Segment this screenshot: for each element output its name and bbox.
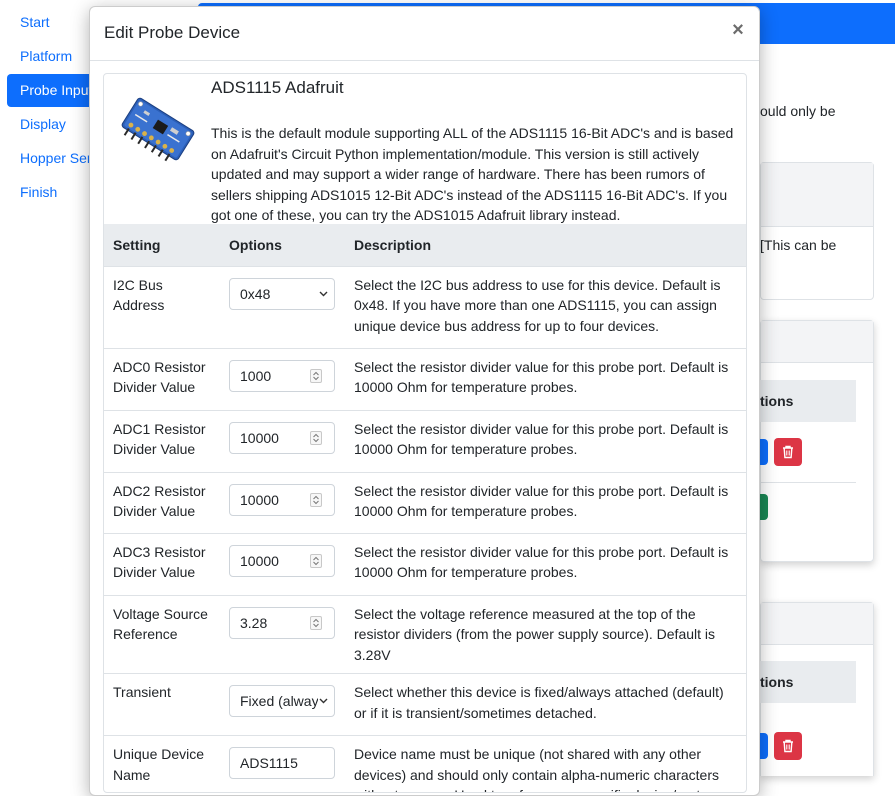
background-divider [760,482,856,483]
module-name: ADS1115 Adafruit [211,78,344,97]
adc-board-image [121,97,195,162]
background-table-header: tions [760,380,856,422]
spinner-arrows-icon [313,433,319,442]
spinner-arrows-icon [313,495,319,504]
trash-icon [783,445,793,459]
number-spinner[interactable] [310,368,322,383]
setting-label: Voltage Source Reference [113,605,208,643]
background-edit-button[interactable] [760,733,768,759]
module-card: ADS1115 Adafruit This is the default mod… [103,73,747,793]
setting-description: Select the I2C bus address to use for th… [344,266,746,349]
sidebar-item-finish[interactable]: Finish [7,176,99,209]
background-delete-button[interactable] [774,438,802,466]
background-card [760,162,874,300]
setting-label: ADC0 Resistor Divider Value [113,358,206,396]
column-header-description: Description [344,224,746,267]
setting-description: Device name must be unique (not shared w… [344,735,746,792]
background-delete-button[interactable] [774,732,802,760]
input-value: 3.28 [240,614,268,631]
sidebar-item-probe-input[interactable]: Probe Input [7,74,99,107]
table-row: Transient Fixed (always attached) Select… [104,673,746,736]
setting-description: Select the resistor divider value for th… [344,472,746,534]
column-header-options: Options [219,224,344,267]
background-table-header: tions [760,661,856,703]
module-info: ADS1115 Adafruit This is the default mod… [104,74,746,224]
sidebar-item-hopper-sensor[interactable]: Hopper Sensor [7,142,99,175]
table-row: ADC1 Resistor Divider Value 10000 Select… [104,410,746,473]
number-spinner[interactable] [310,430,322,445]
number-spinner[interactable] [310,553,322,568]
select-value: Fixed (always attached) [240,693,320,709]
background-add-button[interactable] [760,494,768,520]
chevron-down-icon [319,291,328,296]
settings-table-header-row: Setting Options Description [104,224,746,267]
trash-icon [783,739,793,753]
spinner-arrows-icon [313,371,319,380]
voltage-reference-input[interactable]: 3.28 [229,606,335,639]
modal-title: Edit Probe Device [104,23,241,42]
transient-select[interactable]: Fixed (always attached) [229,685,335,717]
input-value: 10000 [240,491,279,508]
adc3-resistor-input[interactable]: 10000 [229,544,335,577]
setting-label: I2C Bus Address [113,276,165,314]
adc2-resistor-input[interactable]: 10000 [229,483,335,516]
sidebar-item-platform[interactable]: Platform [7,40,99,73]
setting-label: Unique Device Name [113,746,205,783]
table-row: ADC0 Resistor Divider Value 1000 Select … [104,348,746,411]
settings-table: Setting Options Description I2C Bus Addr… [104,224,746,792]
table-row: Voltage Source Reference 3.28 Select the… [104,595,746,674]
number-spinner[interactable] [310,492,322,507]
modal-header: Edit Probe Device × [90,7,759,61]
spinner-arrows-icon [313,556,319,565]
setting-description: Select whether this device is fixed/alwa… [344,673,746,736]
setting-description: Select the resistor divider value for th… [344,533,746,596]
spinner-arrows-icon [313,618,319,627]
device-name-input[interactable]: ADS1115 [229,747,335,779]
select-value: 0x48 [240,285,271,302]
background-th-label: tions [760,393,794,409]
edit-probe-device-modal: Edit Probe Device × ADS1115 Adafruit Thi… [89,6,760,796]
input-value: 1000 [240,367,272,384]
table-row: ADC2 Resistor Divider Value 10000 Select… [104,472,746,534]
setting-description: Select the resistor divider value for th… [344,348,746,411]
background-edit-button[interactable] [760,439,768,465]
table-row: Unique Device Name ADS1115 Device name m… [104,735,746,792]
input-value: ADS1115 [240,755,298,771]
adc0-resistor-input[interactable]: 1000 [229,359,335,392]
background-text-partial: ould only be [760,103,836,119]
sidebar-item-display[interactable]: Display [7,108,99,141]
i2c-address-select[interactable]: 0x48 [229,277,335,310]
setting-description: Select the voltage reference measured at… [344,595,746,674]
chevron-down-icon [319,698,328,704]
setting-label: ADC3 Resistor Divider Value [113,543,206,581]
background-th-label: tions [760,674,794,690]
setting-description: Select the resistor divider value for th… [344,410,746,473]
table-row: I2C Bus Address 0x48 Select the I2C bus … [104,266,746,349]
close-button[interactable]: × [729,19,747,41]
setting-label: Transient [113,684,171,700]
sidebar-nav: Start Platform Probe Input Display Hoppe… [7,6,99,210]
input-value: 10000 [240,552,279,569]
number-spinner[interactable] [310,615,322,630]
adc1-resistor-input[interactable]: 10000 [229,421,335,454]
column-header-setting: Setting [104,224,219,267]
table-row: ADC3 Resistor Divider Value 10000 Select… [104,533,746,596]
setting-label: ADC1 Resistor Divider Value [113,420,206,458]
sidebar-item-start[interactable]: Start [7,6,99,39]
background-text-partial: [This can be [760,237,837,253]
input-value: 10000 [240,429,279,446]
module-description: This is the default module supporting AL… [211,125,734,223]
setting-label: ADC2 Resistor Divider Value [113,482,206,520]
